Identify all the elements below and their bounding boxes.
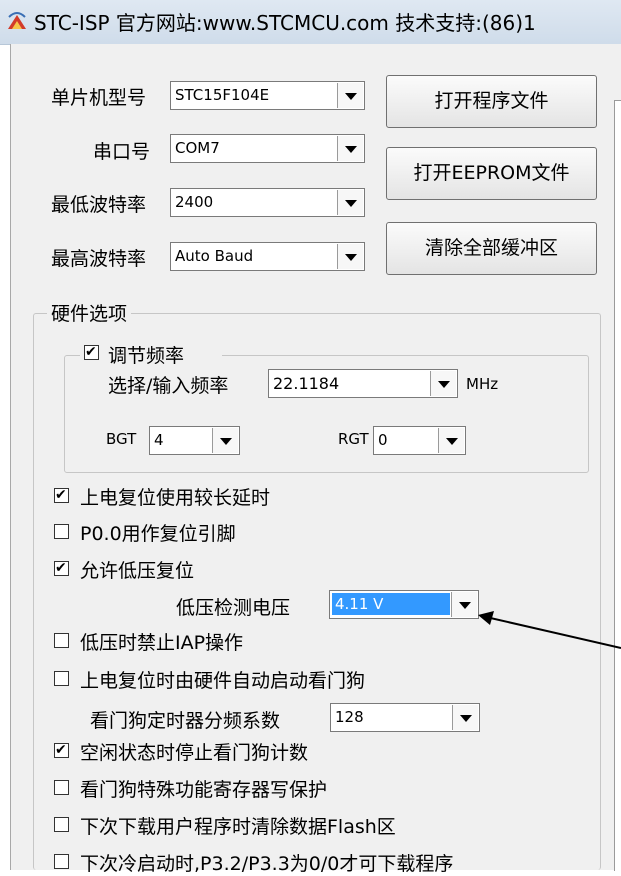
annotation-arrow	[478, 611, 621, 649]
